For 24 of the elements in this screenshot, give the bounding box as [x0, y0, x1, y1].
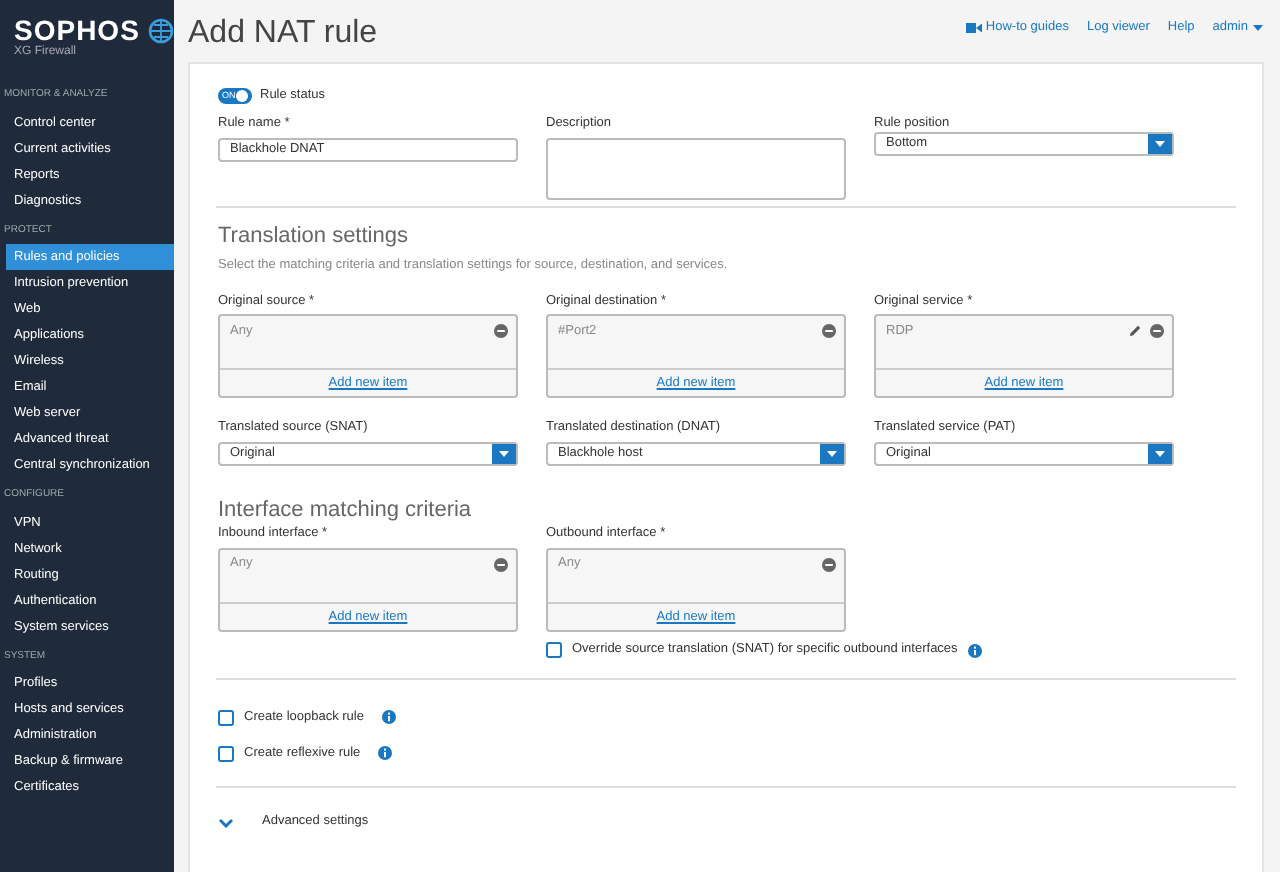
- info-icon[interactable]: [381, 710, 396, 725]
- page-title: Add NAT rule: [188, 14, 378, 53]
- remove-icon[interactable]: [494, 323, 508, 338]
- brand-logo-text: SOPHOS: [14, 16, 140, 44]
- remove-icon[interactable]: [822, 323, 836, 338]
- section-heading: Translation settings: [218, 223, 410, 250]
- info-icon[interactable]: [967, 643, 982, 657]
- checkbox[interactable]: [218, 709, 234, 726]
- remove-icon[interactable]: [822, 557, 836, 572]
- section-heading: Interface matching criteria: [218, 498, 474, 525]
- caret-icon: [826, 450, 838, 459]
- remove-icon[interactable]: [1150, 323, 1164, 338]
- checkbox[interactable]: [546, 642, 562, 658]
- caret-icon: [1154, 450, 1166, 459]
- info-icon[interactable]: [378, 746, 393, 760]
- pencil-icon[interactable]: [1128, 323, 1142, 338]
- globe-icon: [147, 17, 174, 43]
- remove-icon[interactable]: [494, 557, 508, 572]
- caret-icon: [1252, 23, 1264, 32]
- caret-icon: [498, 450, 510, 459]
- checkbox[interactable]: [218, 745, 234, 761]
- caret-icon: [1154, 139, 1166, 147]
- description-field[interactable]: [546, 137, 846, 199]
- video-camera-icon: [965, 21, 982, 34]
